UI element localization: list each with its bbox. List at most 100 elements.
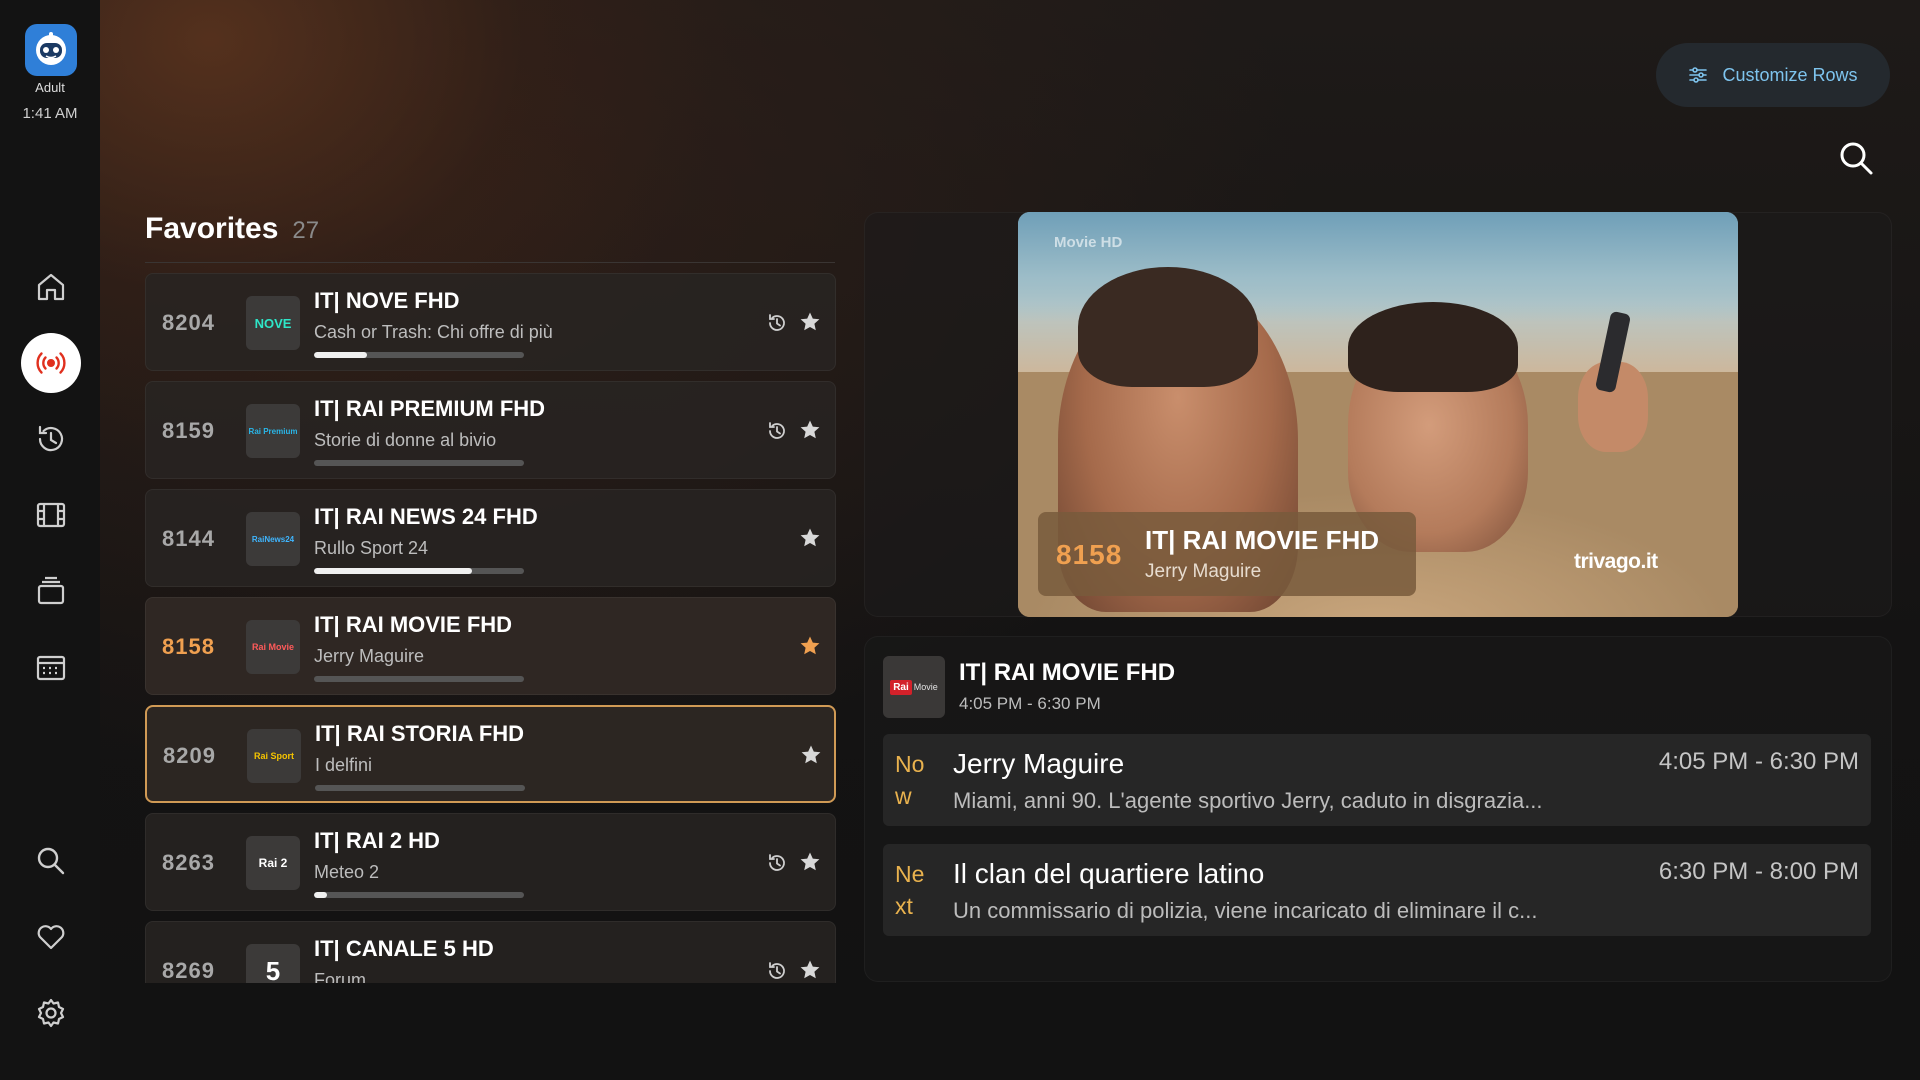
epg-channel-logo: Rai Movie [883, 656, 945, 718]
epg-now-time: 4:05 PM - 6:30 PM [1658, 748, 1859, 775]
channel-name: IT| RAI NEWS 24 FHD [314, 504, 538, 529]
channel-row[interactable]: 8144 RaiNews24 IT| RAI NEWS 24 FHD Rullo Sp… [145, 489, 836, 587]
channel-number: 8144 [162, 526, 215, 551]
live-broadcast-icon [36, 352, 66, 374]
favorite-star-icon[interactable] [798, 418, 822, 442]
film-icon [36, 502, 66, 528]
channel-row[interactable]: 8158 Rai Movie IT| RAI MOVIE FHD Jerry Magu… [145, 597, 836, 695]
top-search-button[interactable] [1836, 138, 1876, 178]
channel-name: IT| RAI PREMIUM FHD [314, 396, 546, 421]
sidebar: Adult 1:41 AM [0, 0, 100, 1080]
favorite-star-icon[interactable] [799, 743, 823, 767]
channel-number: 8204 [162, 310, 215, 335]
program-progress-fill [314, 892, 327, 898]
favorites-header: Favorites 27 [145, 212, 319, 246]
channel-logo-text: 5 [265, 955, 281, 984]
channel-name: IT| CANALE 5 HD [314, 936, 494, 961]
nav-series[interactable] [21, 561, 81, 621]
program-progress-bar [314, 568, 524, 574]
favorite-star-icon[interactable] [798, 634, 822, 658]
channel-logo: NOVE [246, 296, 300, 350]
program-progress-bar [314, 892, 524, 898]
epg-next-desc: Un commissario di polizia, viene incaric… [953, 898, 1538, 923]
profile-name: Adult [35, 80, 65, 95]
robot-avatar-icon [36, 32, 66, 65]
channel-row[interactable]: 8159 Rai Premium IT| RAI PREMIUM FHD Storie… [145, 381, 836, 479]
channel-program: Forum [314, 970, 367, 983]
channel-logo-text: Rai Premium [248, 426, 298, 436]
channel-logo: RaiNews24 [246, 512, 300, 566]
nav-home[interactable] [21, 257, 81, 317]
customize-rows-label: Customize Rows [1722, 64, 1858, 85]
scene-hair-left [1078, 267, 1258, 387]
favorite-star-icon[interactable] [798, 310, 822, 334]
channel-logo-text: Rai 2 [258, 856, 288, 870]
channel-name: IT| RAI STORIA FHD [315, 721, 525, 746]
customize-rows-button[interactable]: Customize Rows [1656, 43, 1890, 107]
series-stack-icon [37, 576, 65, 605]
channel-row[interactable]: 8204 NOVE IT| NOVE FHD Cash or Trash: Chi o… [145, 273, 836, 371]
epg-next-item[interactable]: Next Il clan del quartiere latino 6:30 P… [883, 844, 1871, 936]
channel-logo-text: Rai Movie [251, 642, 294, 652]
epg-next-time: 6:30 PM - 8:00 PM [1658, 858, 1859, 885]
program-progress-bar [314, 352, 524, 358]
program-progress-bar [314, 676, 524, 682]
channel-number: 8263 [162, 850, 215, 875]
history-icon[interactable] [766, 312, 788, 334]
channel-row[interactable]: 8263 Rai 2 IT| RAI 2 HD Meteo 2 [145, 813, 836, 911]
nav-history[interactable] [21, 409, 81, 469]
channel-logo-text: RaiNews24 [251, 534, 295, 544]
nav-favorites[interactable] [21, 907, 81, 967]
rai-movie-logo-icon: Rai [890, 679, 912, 695]
epg-channel-name: IT| RAI MOVIE FHD [959, 659, 1176, 686]
favorite-star-icon[interactable] [798, 526, 822, 550]
channel-logo: Rai Movie [246, 620, 300, 674]
epg-logo-text: Movie [913, 682, 938, 692]
history-icon [38, 425, 64, 452]
channel-number: 8159 [162, 418, 215, 443]
overlay-channel-number: 8158 [1056, 539, 1123, 570]
epg-next-title: Il clan del quartiere latino [953, 858, 1265, 889]
profile-avatar[interactable] [25, 24, 77, 76]
favorite-star-icon[interactable] [798, 850, 822, 874]
nav-guide[interactable] [21, 637, 81, 697]
nav-settings[interactable] [21, 983, 81, 1043]
epg-now-desc: Miami, anni 90. L'agente sportivo Jerry,… [953, 788, 1543, 813]
epg-now-tag: Now [895, 751, 925, 809]
favorites-count: 27 [292, 217, 320, 244]
epg-now-title: Jerry Maguire [953, 748, 1125, 779]
channel-watermark: Movie HD [1054, 234, 1123, 251]
nav-movies[interactable] [21, 485, 81, 545]
favorites-title: Favorites [145, 212, 279, 245]
search-icon [1840, 142, 1873, 175]
channel-logo: 5 [246, 944, 300, 983]
epg-now-item[interactable]: Now Jerry Maguire 4:05 PM - 6:30 PM Miam… [883, 734, 1871, 826]
channel-program: Cash or Trash: Chi offre di più [314, 322, 553, 342]
heart-icon [37, 925, 65, 950]
history-icon[interactable] [766, 420, 788, 442]
channel-number: 8269 [162, 958, 215, 983]
channel-row[interactable]: 8269 5 IT| CANALE 5 HD Forum [145, 921, 836, 983]
favorites-divider [145, 262, 835, 263]
channel-program: Jerry Maguire [314, 646, 425, 666]
video-brand-text: trivago.it [1574, 550, 1658, 573]
program-progress-fill [314, 352, 367, 358]
channel-number: 8158 [162, 634, 215, 659]
history-icon[interactable] [766, 960, 788, 982]
channel-program: I delfini [315, 755, 373, 775]
program-progress-bar [315, 785, 525, 791]
calendar-icon [36, 655, 66, 681]
channel-row[interactable]: 8209 Rai Sport IT| RAI STORIA FHD I delfini [145, 705, 836, 803]
channel-logo: Rai 2 [246, 836, 300, 890]
nav-search[interactable] [21, 831, 81, 891]
history-icon[interactable] [766, 852, 788, 874]
channel-list: 8204 NOVE IT| NOVE FHD Cash or Trash: Chi o… [145, 273, 836, 983]
overlay-program: Jerry Maguire [1145, 561, 1262, 582]
nav-live-tv[interactable] [21, 333, 81, 393]
settings-gear-icon [37, 998, 65, 1028]
favorite-star-icon[interactable] [798, 958, 822, 982]
channel-logo: Rai Premium [246, 404, 300, 458]
channel-name: IT| RAI 2 HD [314, 828, 440, 853]
channel-name: IT| RAI MOVIE FHD [314, 612, 513, 637]
channel-number: 8209 [163, 743, 216, 768]
